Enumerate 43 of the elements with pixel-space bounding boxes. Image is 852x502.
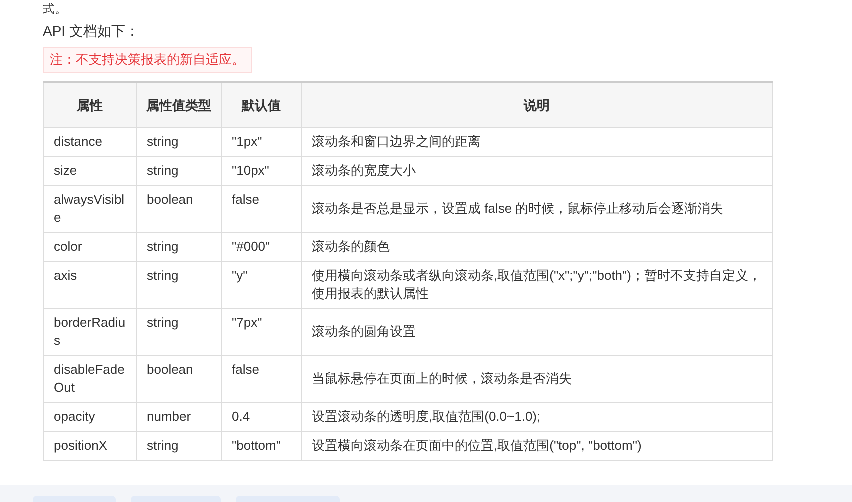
default-cell: false	[222, 356, 302, 402]
type-cell: string	[136, 432, 222, 460]
description-cell: 设置横向滚动条在页面中的位置,取值范围("top", "bottom")	[302, 432, 772, 460]
description-cell: 滚动条的圆角设置	[302, 308, 772, 356]
type-cell: string	[136, 156, 222, 186]
type-cell: string	[136, 308, 222, 356]
default-cell: "y"	[222, 262, 302, 308]
property-cell: positionX	[44, 432, 136, 460]
property-cell: opacity	[44, 402, 136, 432]
description-cell: 滚动条和窗口边界之间的距离	[302, 128, 772, 156]
property-cell: size	[44, 156, 136, 186]
property-cell: color	[44, 232, 136, 262]
column-header: 默认值	[222, 82, 302, 128]
property-cell: axis	[44, 262, 136, 308]
column-header: 属性	[44, 82, 136, 128]
default-cell: false	[222, 186, 302, 232]
property-cell: borderRadius	[44, 308, 136, 356]
property-cell: disableFadeOut	[44, 356, 136, 402]
description-cell: 滚动条的颜色	[302, 232, 772, 262]
default-cell: "1px"	[222, 128, 302, 156]
default-cell: "bottom"	[222, 432, 302, 460]
note-callout: 注：不支持决策报表的新自适应。	[43, 47, 252, 73]
description-cell: 滚动条的宽度大小	[302, 156, 772, 186]
default-cell: 0.4	[222, 402, 302, 432]
type-cell: boolean	[136, 356, 222, 402]
default-cell: "7px"	[222, 308, 302, 356]
default-cell: "10px"	[222, 156, 302, 186]
cut-off-text: 式。	[43, 2, 67, 16]
default-cell: "#000"	[222, 232, 302, 262]
property-cell: alwaysVisible	[44, 186, 136, 232]
description-cell: 使用横向滚动条或者纵向滚动条,取值范围("x";"y";"both")；暂时不支持自定义，使用报表的默认属性	[302, 262, 772, 308]
description-cell: 设置滚动条的透明度,取值范围(0.0~1.0);	[302, 402, 772, 432]
column-header: 说明	[302, 82, 772, 128]
intro-text: API 文档如下：	[43, 22, 140, 40]
type-cell: number	[136, 402, 222, 432]
description-cell: 当鼠标悬停在页面上的时候，滚动条是否消失	[302, 356, 772, 402]
type-cell: boolean	[136, 186, 222, 232]
column-header: 属性值类型	[136, 82, 222, 128]
type-cell: string	[136, 232, 222, 262]
type-cell: string	[136, 128, 222, 156]
type-cell: string	[136, 262, 222, 308]
description-cell: 滚动条是否总是显示，设置成 false 的时候，鼠标停止移动后会逐渐消失	[302, 186, 772, 232]
property-cell: distance	[44, 128, 136, 156]
